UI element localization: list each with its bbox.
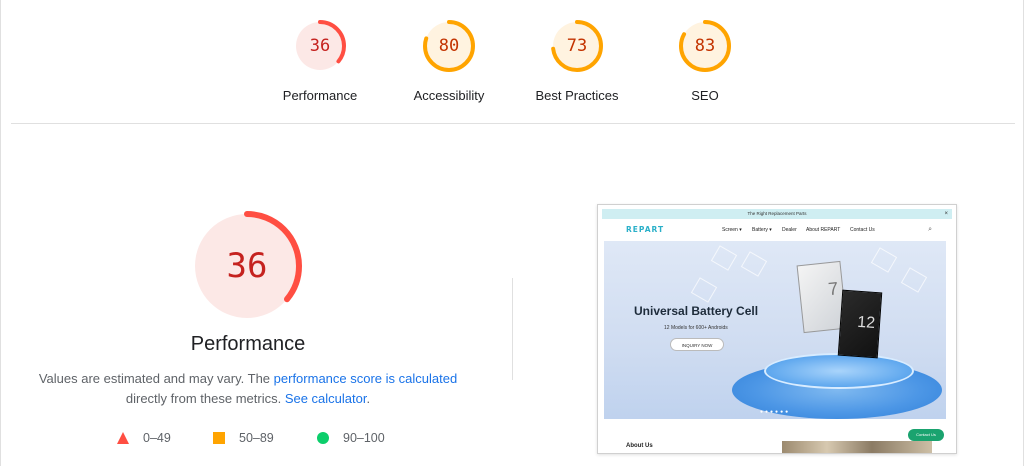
site-nav: REPART Screen ▾ Battery ▾ Dealer About R…: [602, 221, 952, 241]
circle-icon: [317, 432, 329, 444]
desc-text: directly from these metrics.: [125, 391, 285, 406]
score-calculated-link[interactable]: performance score is calculated: [274, 371, 458, 386]
gauge-label: Best Practices: [535, 88, 619, 103]
gauge-best-practices[interactable]: 73 Best Practices: [517, 18, 637, 103]
hero-title: Universal Battery Cell: [634, 304, 759, 318]
gauge-score: 83: [694, 36, 716, 56]
performance-description: Values are estimated and may vary. The p…: [21, 369, 475, 409]
battery-cell-image: 12: [837, 289, 883, 359]
cell-number: 7: [827, 278, 840, 300]
site-logo: REPART: [626, 225, 665, 234]
site-hero-banner: 7 12 Universal Battery Cell 12 Models fo…: [604, 241, 946, 419]
gauge-score: 36: [309, 36, 331, 56]
close-icon: ×: [944, 211, 948, 217]
section-divider: [11, 123, 1015, 124]
desc-text: Values are estimated and may vary. The: [38, 371, 274, 386]
gauge-label: Performance: [282, 88, 358, 103]
site-nav-item: Battery ▾: [752, 227, 772, 233]
desc-text: .: [366, 391, 371, 406]
score-gauges: 36 Performance 80 Accessibility 73 Best …: [1, 18, 1024, 118]
promo-text: The Right Replacement Parts: [747, 211, 807, 216]
performance-gauge-large: 36: [188, 207, 306, 325]
performance-score: 36: [226, 246, 268, 286]
report-frame: 36 Performance 80 Accessibility 73 Best …: [0, 0, 1024, 466]
score-legend: 0–49 50–89 90–100: [1, 430, 501, 450]
hex-decoration: [690, 277, 718, 303]
legend-text: 0–49: [143, 431, 171, 445]
gauge-ring: 80: [421, 18, 477, 74]
hex-decoration: [870, 247, 898, 273]
hex-decoration: [900, 267, 928, 293]
square-icon: [213, 432, 225, 444]
gauge-label: Accessibility: [413, 88, 485, 103]
gauge-performance[interactable]: 36 Performance: [260, 18, 380, 103]
page-screenshot-thumbnail: The Right Replacement Parts × REPART Scr…: [597, 204, 957, 454]
legend-text: 90–100: [343, 431, 385, 445]
see-calculator-link[interactable]: See calculator: [285, 391, 367, 406]
gauge-ring: 83: [677, 18, 733, 74]
gauge-ring: 73: [549, 18, 605, 74]
site-nav-item: Screen ▾: [722, 227, 742, 233]
search-icon: ⌕: [928, 226, 932, 233]
performance-title: Performance: [190, 333, 306, 355]
site-nav-item: Contact Us: [850, 227, 875, 233]
hex-decoration: [710, 245, 738, 271]
gauge-ring: 36: [292, 18, 348, 74]
about-heading: About Us: [626, 443, 653, 449]
gauge-seo[interactable]: 83 SEO: [645, 18, 765, 103]
chat-button: Contact Us: [908, 429, 944, 441]
site-nav-item: About REPART: [806, 227, 841, 233]
about-image: [782, 441, 932, 453]
site-promo-bar: The Right Replacement Parts ×: [602, 209, 952, 219]
gauge-label: SEO: [691, 88, 719, 103]
site-nav-item: Dealer: [782, 227, 797, 233]
legend-text: 50–89: [239, 431, 274, 445]
cell-number: 12: [856, 313, 876, 333]
gauge-score: 80: [438, 36, 460, 56]
carousel-dots: ●●●●●●: [760, 409, 791, 415]
hero-platform-top: [764, 353, 914, 389]
triangle-icon: [117, 432, 129, 444]
hero-subtitle: 12 Models for 600+ Androids: [664, 325, 728, 331]
gauge-accessibility[interactable]: 80 Accessibility: [389, 18, 509, 103]
vertical-divider: [512, 278, 513, 380]
gauge-score: 73: [566, 36, 588, 56]
hex-decoration: [740, 251, 768, 277]
hero-inquiry-button: INQUIRY NOW: [670, 338, 724, 351]
